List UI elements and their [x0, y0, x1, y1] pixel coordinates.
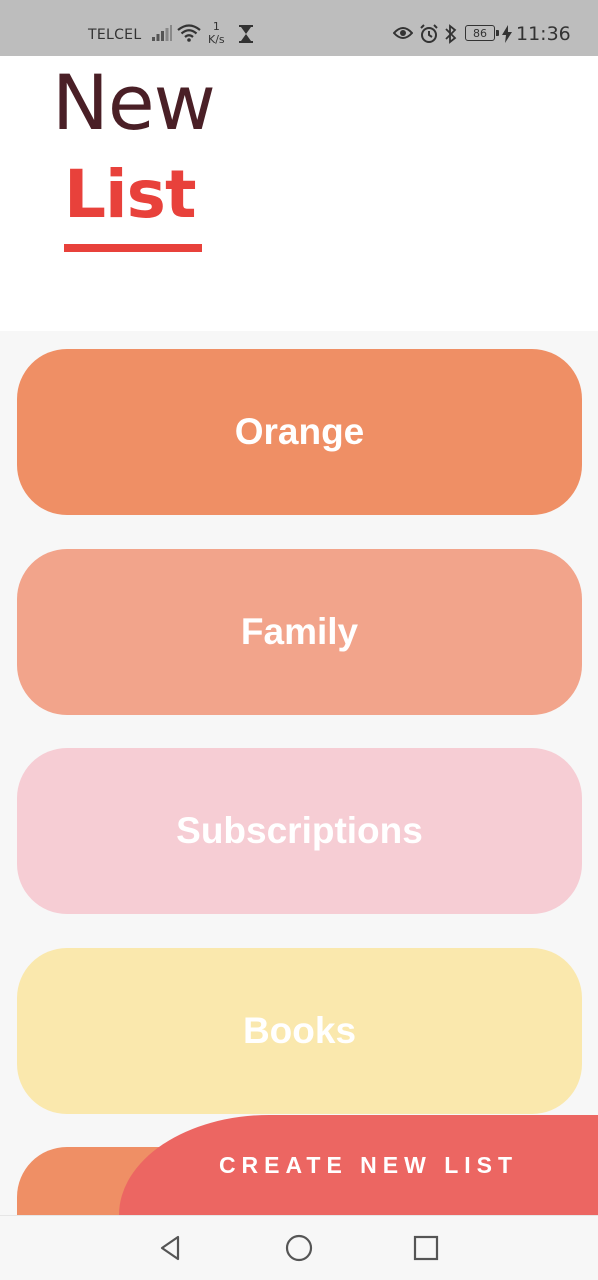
- back-button[interactable]: [153, 1230, 189, 1266]
- back-icon: [160, 1235, 180, 1261]
- list-card-orange[interactable]: Orange: [17, 349, 582, 515]
- clock: 11:36: [516, 23, 571, 45]
- home-icon: [285, 1234, 313, 1262]
- carrier-label: TELCEL: [88, 27, 142, 43]
- list-container: Orange Family Subscriptions Books: [0, 331, 598, 1215]
- status-bar: TELCEL 1 K/s 86 11:36: [0, 0, 598, 56]
- header: New List: [0, 56, 598, 331]
- hourglass-icon: [239, 25, 253, 47]
- list-card-family[interactable]: Family: [17, 549, 582, 715]
- net-speed-unit: K/s: [208, 33, 225, 46]
- net-speed: 1 K/s: [208, 20, 225, 46]
- create-new-list-label: CREATE NEW LIST: [218, 1151, 519, 1178]
- eye-icon: [392, 26, 414, 44]
- page-title-list: List: [64, 156, 197, 233]
- home-button[interactable]: [281, 1230, 317, 1266]
- charging-icon: [502, 25, 512, 47]
- screen: TELCEL 1 K/s 86 11:36 New List Orange Fa…: [0, 0, 598, 1280]
- list-card-books[interactable]: Books: [17, 948, 582, 1114]
- alarm-icon: [419, 24, 439, 48]
- page-title-new: New: [52, 58, 216, 147]
- net-speed-value: 1: [212, 20, 220, 33]
- navigation-bar: [0, 1215, 598, 1280]
- list-card-subscriptions[interactable]: Subscriptions: [17, 748, 582, 914]
- title-underline: [64, 244, 202, 252]
- signal-icon: [152, 25, 172, 45]
- bluetooth-icon: [444, 24, 458, 48]
- create-new-list-button[interactable]: CREATE NEW LIST: [119, 1115, 598, 1215]
- battery-indicator: 86: [465, 25, 499, 41]
- recent-apps-button[interactable]: [408, 1230, 444, 1266]
- wifi-icon: [177, 23, 201, 47]
- recent-apps-icon: [413, 1235, 439, 1261]
